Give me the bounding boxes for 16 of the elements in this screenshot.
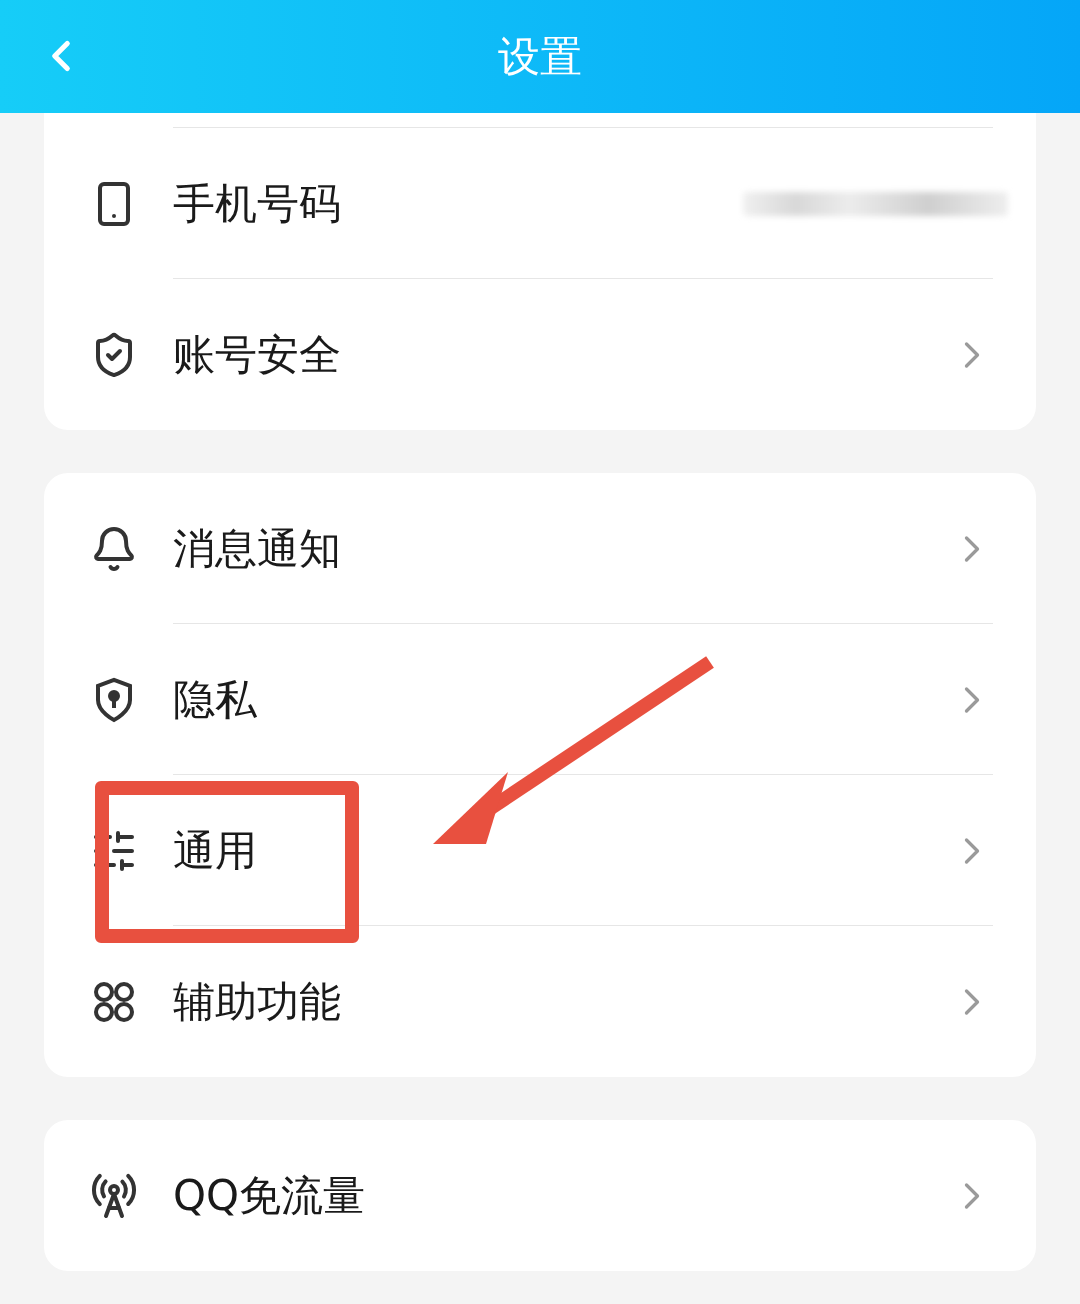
settings-row[interactable]: 账号安全 [44, 279, 1036, 430]
settings-row[interactable]: 通用 [44, 775, 1036, 926]
settings-row[interactable]: 手机号码 [44, 128, 1036, 279]
page-title: 设置 [498, 30, 582, 83]
row-label: 通用 [173, 824, 258, 877]
settings-row[interactable]: 消息通知 [44, 473, 1036, 624]
settings-row[interactable]: 辅助功能 [44, 926, 1036, 1077]
row-label: 账号安全 [173, 328, 342, 381]
signal-tower-icon [90, 1171, 138, 1220]
row-label: QQ免流量 [173, 1169, 367, 1222]
row-label: 手机号码 [173, 177, 342, 230]
settings-row[interactable]: 隐私 [44, 624, 1036, 775]
row-label: 消息通知 [173, 522, 342, 575]
row-label: 隐私 [173, 673, 258, 726]
settings-row[interactable]: QQ免流量 [44, 1120, 1036, 1271]
row-label: 辅助功能 [173, 975, 342, 1028]
